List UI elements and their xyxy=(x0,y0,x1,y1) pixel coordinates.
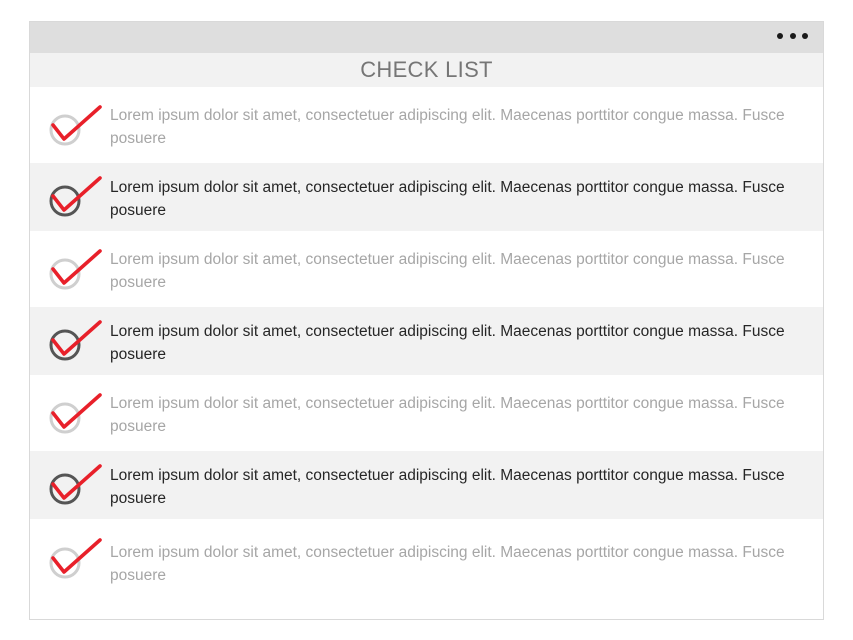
checklist-item[interactable]: Lorem ipsum dolor sit amet, consectetuer… xyxy=(30,375,823,451)
dot xyxy=(789,33,796,39)
checklist-header: CHECK LIST xyxy=(30,53,823,87)
checklist-item-text: Lorem ipsum dolor sit amet, consectetuer… xyxy=(110,251,785,291)
checklist-item-text: Lorem ipsum dolor sit amet, consectetuer… xyxy=(110,395,785,435)
check-circle-icon[interactable] xyxy=(48,318,103,362)
check-circle-icon[interactable] xyxy=(48,174,103,218)
dot xyxy=(802,33,808,39)
check-circle-icon[interactable] xyxy=(48,462,103,506)
checklist-item[interactable]: Lorem ipsum dolor sit amet, consectetuer… xyxy=(30,451,823,519)
checklist-item[interactable]: Lorem ipsum dolor sit amet, consectetuer… xyxy=(30,231,823,307)
check-circle-icon[interactable] xyxy=(48,536,103,580)
check-circle-icon[interactable] xyxy=(48,103,103,147)
checklist-item[interactable]: Lorem ipsum dolor sit amet, consectetuer… xyxy=(30,519,823,597)
checklist-item-text: Lorem ipsum dolor sit amet, consectetuer… xyxy=(110,323,785,363)
dot xyxy=(777,33,783,39)
more-horizontal-icon[interactable] xyxy=(777,31,808,41)
check-circle-icon[interactable] xyxy=(48,391,103,435)
checklist-item-text: Lorem ipsum dolor sit amet, consectetuer… xyxy=(110,107,785,147)
window-titlebar xyxy=(30,22,823,53)
checklist-item[interactable]: Lorem ipsum dolor sit amet, consectetuer… xyxy=(30,163,823,231)
checklist-item[interactable]: Lorem ipsum dolor sit amet, consectetuer… xyxy=(30,87,823,163)
checklist-item-text: Lorem ipsum dolor sit amet, consectetuer… xyxy=(110,179,785,219)
page-title: CHECK LIST xyxy=(360,57,493,82)
checklist-window: CHECK LIST Lorem ipsum dolor sit amet, c… xyxy=(29,21,824,620)
checklist-item-text: Lorem ipsum dolor sit amet, consectetuer… xyxy=(110,467,785,507)
checklist-item[interactable]: Lorem ipsum dolor sit amet, consectetuer… xyxy=(30,307,823,375)
checklist-item-text: Lorem ipsum dolor sit amet, consectetuer… xyxy=(110,544,785,584)
checklist: Lorem ipsum dolor sit amet, consectetuer… xyxy=(30,87,823,597)
check-circle-icon[interactable] xyxy=(48,247,103,291)
